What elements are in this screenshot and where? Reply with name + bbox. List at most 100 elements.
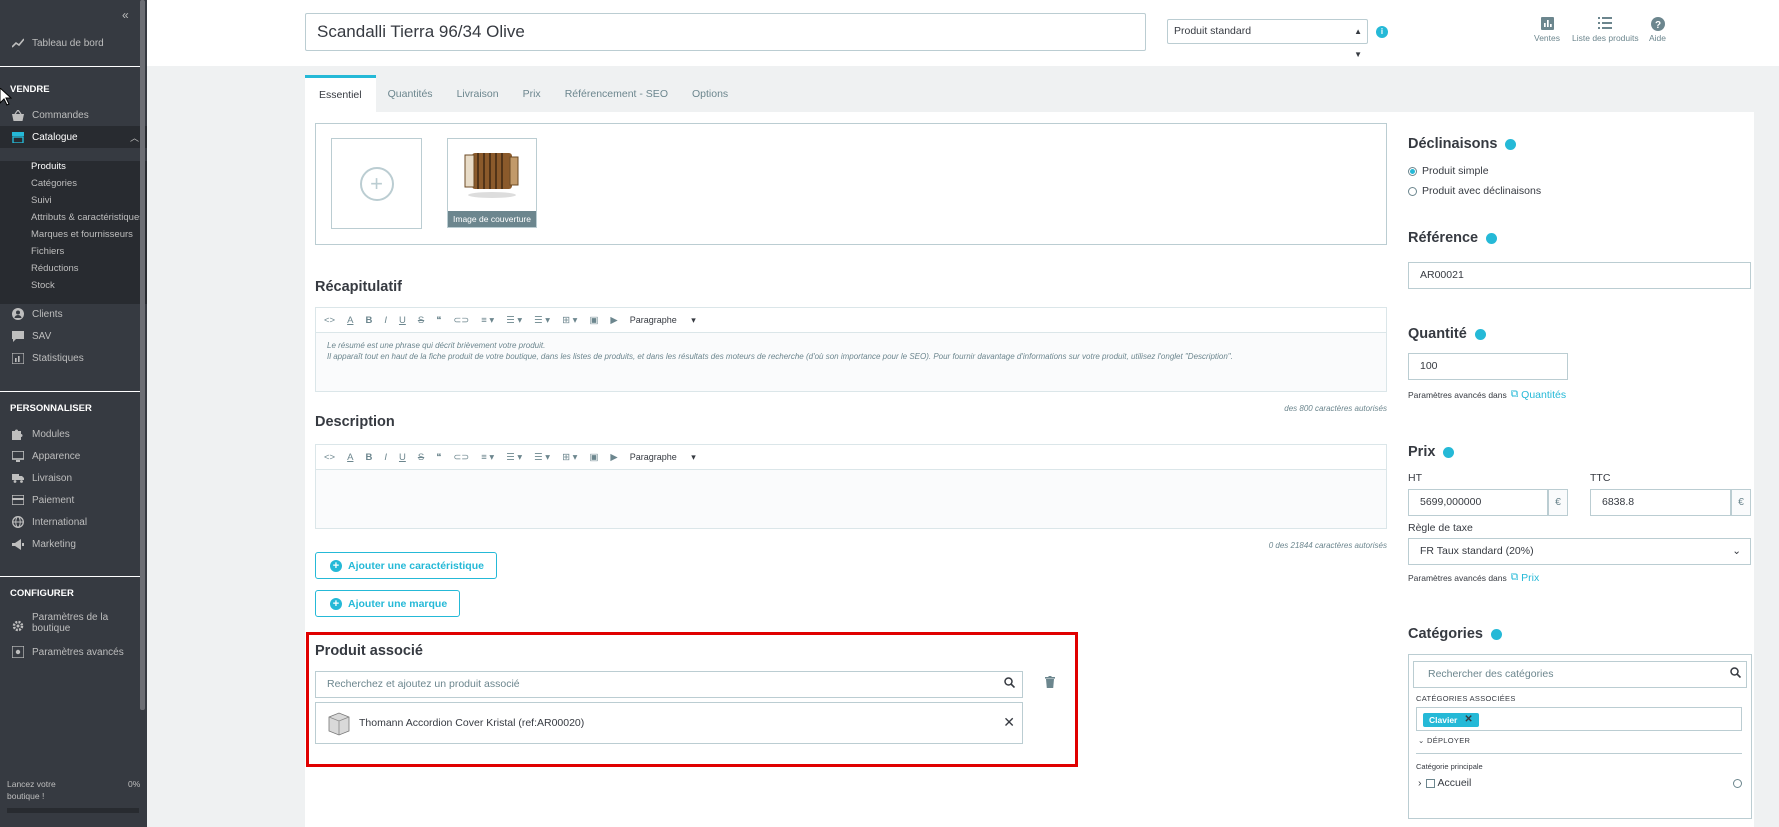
link-icon[interactable]: ⊂⊃ [453, 315, 469, 326]
help-dot-icon[interactable] [1505, 138, 1517, 150]
bold-icon[interactable]: B [365, 452, 372, 463]
numbered-list-icon[interactable]: ☰ ▾ [534, 315, 550, 326]
table-icon[interactable]: ⊞ ▾ [562, 452, 577, 463]
description-body[interactable] [316, 470, 1386, 484]
tab-price[interactable]: Prix [511, 75, 553, 112]
product-name-input[interactable]: Scandalli Tierra 96/34 Olive [305, 13, 1146, 51]
sidebar-item-service[interactable]: SAV [0, 325, 147, 347]
sidebar-subitem-attributes[interactable]: Attributs & caractéristiques [31, 212, 144, 223]
sidebar-subitem-categories[interactable]: Catégories [31, 178, 77, 189]
sidebar-item-label: Marketing [32, 538, 76, 550]
help-dot-icon[interactable] [1474, 328, 1486, 340]
reference-input[interactable]: AR00021 [1408, 262, 1751, 289]
sidebar-subitem-tracking[interactable]: Suivi [31, 195, 52, 206]
link-icon[interactable]: ⊂⊃ [453, 452, 469, 463]
sidebar-item-international[interactable]: International [0, 511, 147, 533]
media-icon[interactable]: ▶ [610, 452, 617, 463]
remove-tag-icon[interactable]: ✕ [1464, 713, 1472, 727]
image-icon[interactable]: ▣ [589, 315, 598, 326]
sidebar-subitem-products[interactable]: Produits [31, 161, 66, 172]
info-icon[interactable]: i [1376, 26, 1388, 38]
sidebar-item-stats[interactable]: Statistiques [0, 347, 147, 369]
sidebar-item-customers[interactable]: Clients [0, 303, 147, 325]
price-ttc-input[interactable]: 6838.8 [1590, 489, 1731, 516]
quantity-advanced-link[interactable]: ⧉ Quantités [1511, 388, 1566, 401]
text-color-icon[interactable]: A [347, 315, 353, 326]
bullet-list-icon[interactable]: ☰ ▾ [506, 315, 522, 326]
sidebar-subitem-files[interactable]: Fichiers [31, 246, 64, 257]
sidebar-subitem-brands[interactable]: Marques et fournisseurs [31, 229, 133, 240]
main-category-radio[interactable] [1733, 779, 1742, 788]
price-ht-input[interactable]: 5699,000000 [1408, 489, 1548, 516]
category-tree-item[interactable]: › Accueil [1418, 777, 1471, 789]
align-icon[interactable]: ≡ ▾ [481, 452, 494, 463]
onboarding-text[interactable]: Lancez votre boutique ! [7, 778, 56, 802]
sidebar-item-shop-settings[interactable]: Paramètres de la boutique [0, 612, 147, 638]
bold-icon[interactable]: B [365, 315, 372, 326]
help-dot-icon[interactable] [1490, 628, 1502, 640]
price-advanced-link[interactable]: ⧉ Prix [1511, 571, 1540, 584]
help-dot-icon[interactable] [1443, 446, 1455, 458]
image-icon[interactable]: ▣ [589, 452, 598, 463]
tax-rule-select[interactable]: FR Taux standard (20%) ⌄ [1408, 538, 1751, 565]
quantity-input[interactable]: 100 [1408, 353, 1568, 380]
sidebar-item-catalog[interactable]: Catalogue ︿ [0, 126, 147, 148]
numbered-list-icon[interactable]: ☰ ▾ [534, 452, 550, 463]
sidebar-item-shipping[interactable]: Livraison [0, 467, 147, 489]
category-checkbox[interactable] [1425, 778, 1435, 788]
sidebar-scrollbar[interactable] [140, 0, 145, 710]
strikethrough-icon[interactable]: S [418, 315, 424, 326]
underline-icon[interactable]: U [399, 452, 406, 463]
summary-editor[interactable]: <> A B I U S ❝ ⊂⊃ ≡ ▾ ☰ ▾ ☰ ▾ ⊞ ▾ ▣ ▶ Pa… [315, 307, 1387, 392]
product-type-select[interactable]: Produit standard ▲ ▼ [1167, 19, 1368, 59]
sidebar-item-orders[interactable]: Commandes [0, 104, 147, 126]
add-brand-button[interactable]: + Ajouter une marque [315, 590, 461, 617]
italic-icon[interactable]: I [384, 452, 387, 463]
sidebar-item-marketing[interactable]: Marketing [0, 533, 147, 555]
remove-related-icon[interactable]: ✕ [1003, 714, 1015, 731]
sidebar-item-appearance[interactable]: Apparence [0, 445, 147, 467]
media-icon[interactable]: ▶ [610, 315, 617, 326]
summary-body[interactable]: Le résumé est une phrase qui décrit briè… [316, 333, 1386, 369]
format-select[interactable]: Paragraphe ▾ [630, 315, 696, 326]
quote-icon[interactable]: ❝ [436, 452, 441, 463]
text-color-icon[interactable]: A [347, 452, 353, 463]
help-button[interactable]: ? Aide [1649, 17, 1666, 43]
italic-icon[interactable]: I [384, 315, 387, 326]
strikethrough-icon[interactable]: S [418, 452, 424, 463]
table-icon[interactable]: ⊞ ▾ [562, 315, 577, 326]
align-icon[interactable]: ≡ ▾ [481, 315, 494, 326]
sidebar-item-modules[interactable]: Modules [0, 423, 147, 445]
format-select[interactable]: Paragraphe ▾ [630, 452, 696, 463]
help-dot-icon[interactable] [1486, 232, 1498, 244]
tab-quantities[interactable]: Quantités [376, 75, 445, 112]
combinations-product-radio[interactable]: Produit avec déclinaisons [1408, 185, 1541, 197]
category-search-input[interactable]: Rechercher des catégories [1413, 661, 1747, 688]
sidebar-subitem-stock[interactable]: Stock [31, 280, 55, 291]
sidebar-item-dashboard[interactable]: Tableau de bord [0, 32, 147, 54]
underline-icon[interactable]: U [399, 315, 406, 326]
description-editor[interactable]: <> A B I U S ❝ ⊂⊃ ≡ ▾ ☰ ▾ ☰ ▾ ⊞ ▾ ▣ ▶ Pa… [315, 444, 1387, 529]
code-icon[interactable]: <> [324, 315, 335, 326]
simple-product-radio[interactable]: Produit simple [1408, 165, 1489, 177]
cover-image-thumbnail[interactable]: Image de couverture [447, 138, 537, 228]
chevron-right-icon[interactable]: › [1418, 777, 1422, 789]
tab-options[interactable]: Options [680, 75, 740, 112]
add-feature-button[interactable]: + Ajouter une caractéristique [315, 552, 497, 579]
tab-seo[interactable]: Référencement - SEO [553, 75, 680, 112]
quote-icon[interactable]: ❝ [436, 315, 441, 326]
tab-shipping[interactable]: Livraison [445, 75, 511, 112]
add-image-button[interactable]: + [331, 138, 422, 229]
collapse-sidebar-icon[interactable]: « [122, 8, 129, 22]
expand-categories-button[interactable]: ⌄ DÉPLOYER [1418, 736, 1470, 745]
tab-essentials[interactable]: Essentiel [305, 75, 376, 112]
trash-icon[interactable] [1045, 676, 1055, 691]
sidebar-item-advanced-settings[interactable]: Paramètres avancés [0, 641, 147, 663]
related-product-search-input[interactable]: Recherchez et ajoutez un produit associé [315, 671, 1023, 698]
sidebar-subitem-discounts[interactable]: Réductions [31, 263, 79, 274]
sidebar-item-payment[interactable]: Paiement [0, 489, 147, 511]
sales-button[interactable]: Ventes [1534, 17, 1560, 43]
bullet-list-icon[interactable]: ☰ ▾ [506, 452, 522, 463]
product-list-button[interactable]: Liste des produits [1572, 17, 1639, 43]
code-icon[interactable]: <> [324, 452, 335, 463]
